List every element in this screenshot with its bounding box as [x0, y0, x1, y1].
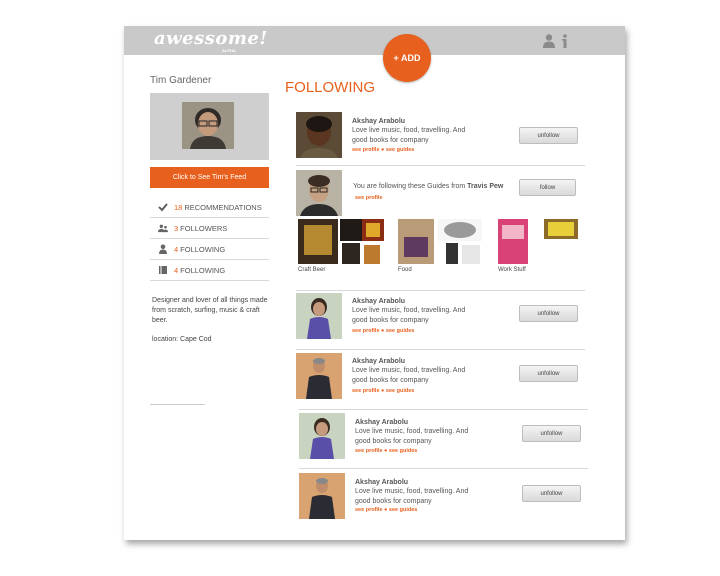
person-icon	[159, 244, 167, 254]
entry-links: see profile ● see guides	[352, 147, 414, 153]
guide-card-food[interactable]: Food	[396, 217, 486, 276]
entry-description: Love live music, food, travelling. And g…	[355, 488, 469, 505]
stat-count: 4	[174, 244, 179, 254]
guides-following-text: You are following these Guides from Trav…	[353, 183, 503, 190]
profile-photo-frame	[150, 93, 269, 160]
profile-location: location: Cape Cod	[152, 336, 212, 343]
stat-count: 18	[174, 202, 183, 212]
unfollow-button[interactable]: unfollow	[522, 485, 581, 502]
profile-photo	[182, 102, 234, 149]
top-bar: awessome! ALPHA	[124, 26, 625, 55]
see-guides-link[interactable]: see guides	[386, 328, 414, 334]
stat-following-people[interactable]: 4 FOLLOWING	[150, 239, 269, 260]
entry-name[interactable]: Akshay Arabolu	[355, 479, 408, 486]
unfollow-button[interactable]: unfollow	[519, 127, 578, 144]
link-separator: ●	[384, 448, 388, 454]
guides-person-name[interactable]: Travis Pew	[467, 183, 503, 190]
avatar[interactable]	[299, 473, 345, 519]
stat-label: RECOMMENDATIONS	[184, 202, 262, 212]
link-separator: ●	[384, 507, 388, 513]
entry-name[interactable]: Akshay Arabolu	[352, 118, 405, 125]
see-feed-button[interactable]: Click to See Tim's Feed	[150, 167, 269, 188]
entry-description: Love live music, food, travelling. And g…	[352, 367, 466, 384]
see-profile-link[interactable]: see profile	[352, 388, 380, 394]
entry-links: see profile ● see guides	[352, 388, 414, 394]
entry-links: see profile ● see guides	[355, 448, 417, 454]
stat-count: 4	[174, 265, 179, 275]
entry-description: Love live music, food, travelling. And g…	[352, 307, 466, 324]
see-profile-link[interactable]: see profile	[352, 328, 380, 334]
stat-count: 3	[174, 223, 179, 233]
book-icon	[159, 266, 167, 274]
app-logo[interactable]: awessome!	[154, 28, 268, 49]
stat-recommendations[interactable]: 18 RECOMMENDATIONS	[150, 197, 269, 218]
profile-bio: Designer and lover of all things made fr…	[152, 297, 268, 324]
entry-divider	[299, 468, 588, 469]
guide-label: Craft Beer	[298, 267, 326, 273]
stat-label: FOLLOWING	[180, 244, 226, 254]
follow-button[interactable]: follow	[519, 179, 576, 196]
entry-name[interactable]: Akshay Arabolu	[352, 298, 405, 305]
see-guides-link[interactable]: see guides	[386, 147, 414, 153]
stat-following-guides[interactable]: 4 FOLLOWING	[150, 260, 269, 281]
entry-description: Love live music, food, travelling. And g…	[355, 428, 469, 445]
checkmark-icon	[158, 203, 168, 212]
guide-card-craft-beer[interactable]: Craft Beer	[296, 217, 386, 276]
logo-badge: ALPHA	[222, 48, 236, 53]
stat-followers[interactable]: 3 FOLLOWERS	[150, 218, 269, 239]
entry-description: Love live music, food, travelling. And g…	[352, 127, 466, 144]
info-icon[interactable]	[558, 33, 572, 49]
followers-icon	[158, 224, 168, 233]
avatar[interactable]	[296, 293, 342, 339]
link-separator: ●	[381, 147, 385, 153]
guide-label: Work Stuff	[498, 267, 526, 273]
unfollow-button[interactable]: unfollow	[522, 425, 581, 442]
guide-label: Food	[398, 267, 412, 273]
stat-label: FOLLOWERS	[180, 223, 228, 233]
add-button[interactable]: + ADD	[383, 34, 431, 82]
unfollow-button[interactable]: unfollow	[519, 305, 578, 322]
entry-divider	[299, 409, 588, 410]
entry-name[interactable]: Akshay Arabolu	[352, 358, 405, 365]
see-guides-link[interactable]: see guides	[386, 388, 414, 394]
link-separator: ●	[381, 328, 385, 334]
profile-name: Tim Gardener	[150, 75, 212, 86]
entry-divider	[296, 165, 585, 166]
see-profile-link[interactable]: see profile	[355, 507, 383, 513]
see-guides-link[interactable]: see guides	[389, 448, 417, 454]
entry-divider	[296, 290, 585, 291]
entry-links: see profile ● see guides	[355, 507, 417, 513]
entry-links: see profile ● see guides	[352, 328, 414, 334]
user-icon[interactable]	[542, 33, 556, 49]
avatar[interactable]	[296, 170, 342, 216]
stat-label: FOLLOWING	[180, 265, 226, 275]
see-profile-link[interactable]: see profile	[352, 147, 380, 153]
avatar[interactable]	[296, 353, 342, 399]
avatar[interactable]	[296, 112, 342, 158]
sidebar-divider	[150, 404, 205, 405]
section-title: FOLLOWING	[285, 79, 376, 96]
guides-intro: You are following these Guides from	[353, 183, 466, 190]
link-separator: ●	[381, 388, 385, 394]
see-profile-link[interactable]: see profile	[355, 195, 383, 201]
unfollow-button[interactable]: unfollow	[519, 365, 578, 382]
see-profile-link[interactable]: see profile	[355, 448, 383, 454]
avatar[interactable]	[299, 413, 345, 459]
main-card: awessome! ALPHA + ADD Tim Gardener Click…	[124, 26, 625, 540]
entry-name[interactable]: Akshay Arabolu	[355, 419, 408, 426]
guide-card-work-stuff[interactable]: Work Stuff	[496, 217, 580, 276]
see-guides-link[interactable]: see guides	[389, 507, 417, 513]
entry-divider	[296, 349, 585, 350]
